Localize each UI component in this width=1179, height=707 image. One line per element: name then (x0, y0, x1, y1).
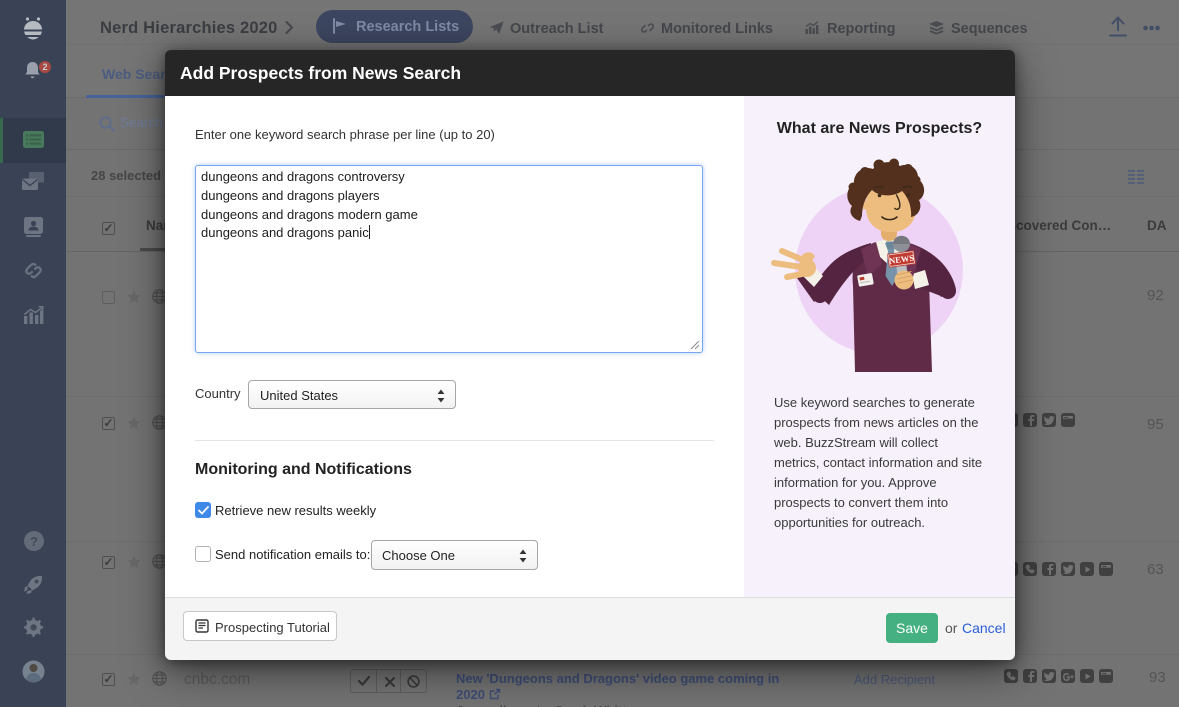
svg-text:?: ? (30, 534, 38, 549)
